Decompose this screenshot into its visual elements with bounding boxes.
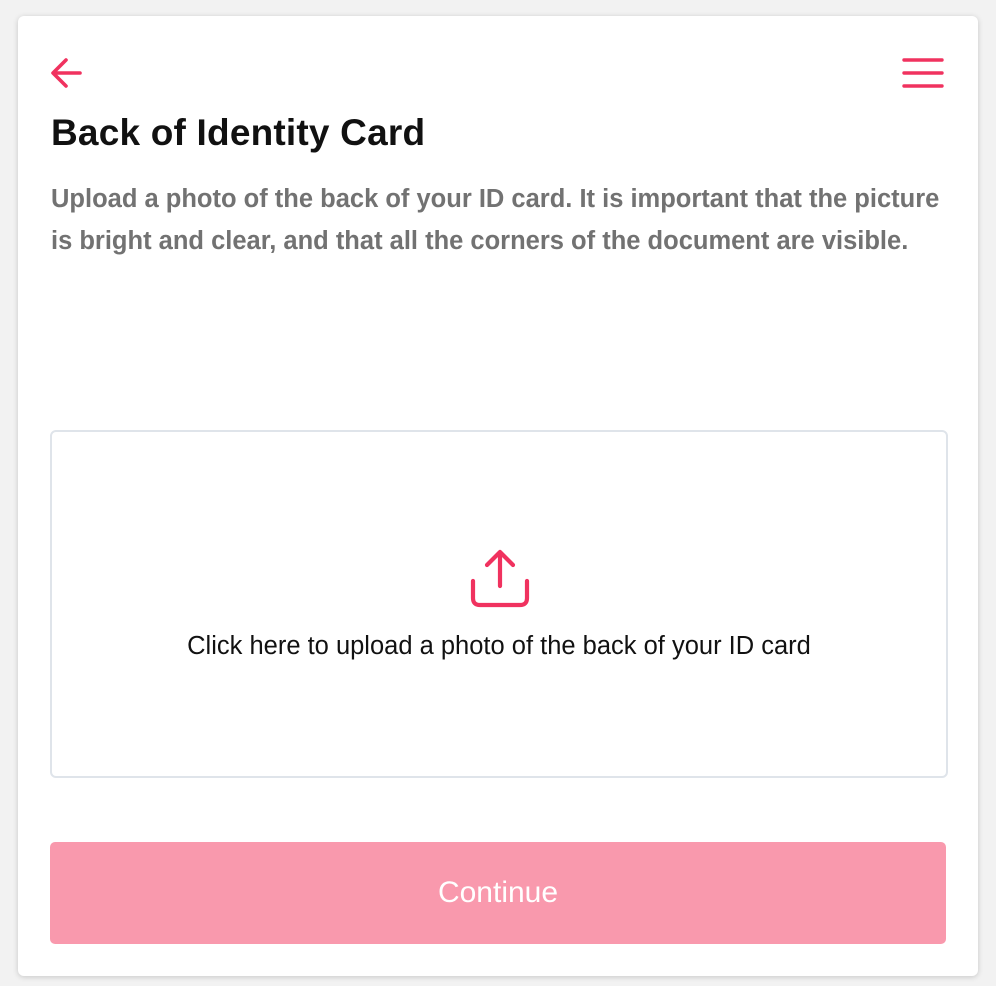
upload-icon xyxy=(470,549,530,608)
page-title: Back of Identity Card xyxy=(51,112,426,153)
id-upload-card: Back of Identity Card Upload a photo of … xyxy=(18,16,978,976)
upload-dropzone[interactable]: Click here to upload a photo of the back… xyxy=(50,430,948,778)
continue-button[interactable]: Continue xyxy=(50,842,946,944)
menu-button[interactable] xyxy=(902,56,944,90)
page-description: Upload a photo of the back of your ID ca… xyxy=(51,185,940,255)
upload-label: Click here to upload a photo of the back… xyxy=(187,632,811,660)
hamburger-menu-icon xyxy=(902,58,944,88)
back-button[interactable] xyxy=(48,54,86,92)
arrow-left-icon xyxy=(51,58,82,88)
